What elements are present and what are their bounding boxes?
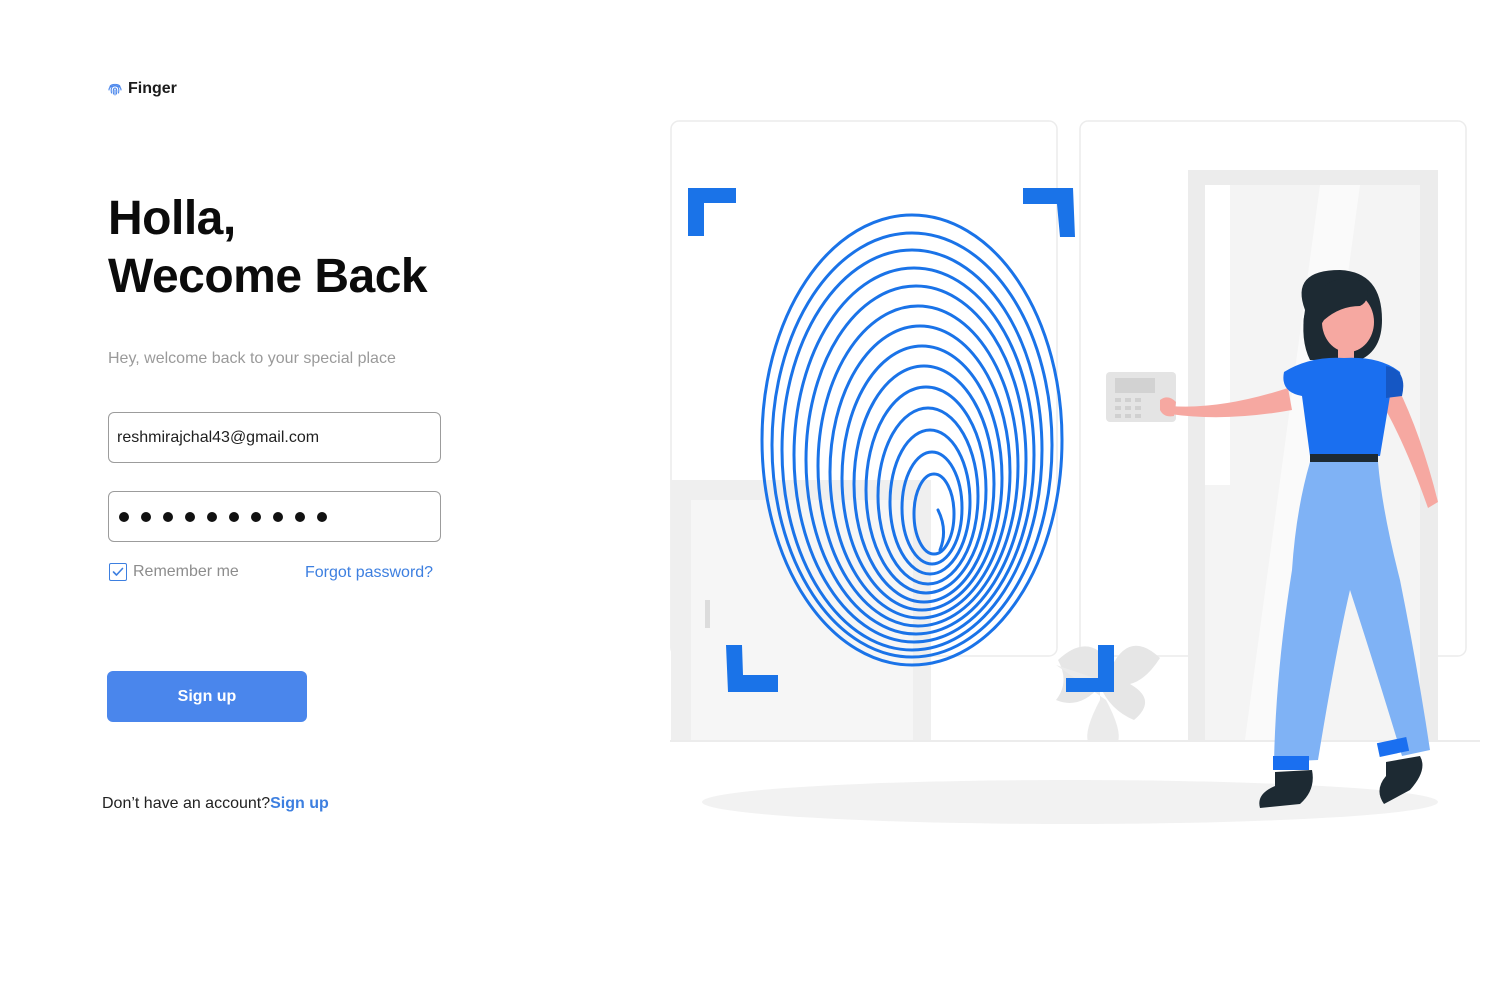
password-mask-dot	[273, 511, 283, 522]
password-mask	[117, 511, 327, 522]
sign-up-button[interactable]: Sign up	[107, 671, 307, 722]
email-input[interactable]	[117, 428, 432, 447]
signup-prompt: Don’t have an account?Sign up	[102, 795, 329, 813]
page-title: Holla, Wecome Back	[108, 190, 428, 306]
checkbox-checked-icon[interactable]	[109, 563, 127, 581]
fingerprint-icon	[108, 81, 122, 97]
title-line-2: Wecome Back	[108, 250, 428, 303]
title-line-1: Holla,	[108, 192, 236, 245]
password-mask-dot	[185, 511, 195, 522]
password-mask-dot	[229, 511, 239, 522]
email-field[interactable]	[108, 412, 441, 463]
password-field[interactable]	[108, 491, 441, 542]
remember-me-checkbox[interactable]: Remember me	[109, 563, 239, 581]
password-mask-dot	[119, 511, 129, 522]
signup-prompt-text: Don’t have an account?	[102, 795, 271, 812]
password-mask-dot	[163, 511, 173, 522]
password-mask-dot	[207, 511, 217, 522]
password-mask-dot	[317, 511, 327, 522]
brand-name: Finger	[128, 80, 177, 97]
fingerprint-scan-illustration	[660, 110, 1490, 840]
forgot-password-link[interactable]: Forgot password?	[305, 564, 433, 582]
brand-logo[interactable]: Finger	[108, 80, 177, 98]
password-mask-dot	[295, 511, 305, 522]
remember-me-label: Remember me	[133, 563, 239, 580]
password-mask-dot	[251, 511, 261, 522]
signup-link[interactable]: Sign up	[270, 795, 329, 812]
subtitle: Hey, welcome back to your special place	[108, 350, 396, 367]
password-mask-dot	[141, 511, 151, 522]
